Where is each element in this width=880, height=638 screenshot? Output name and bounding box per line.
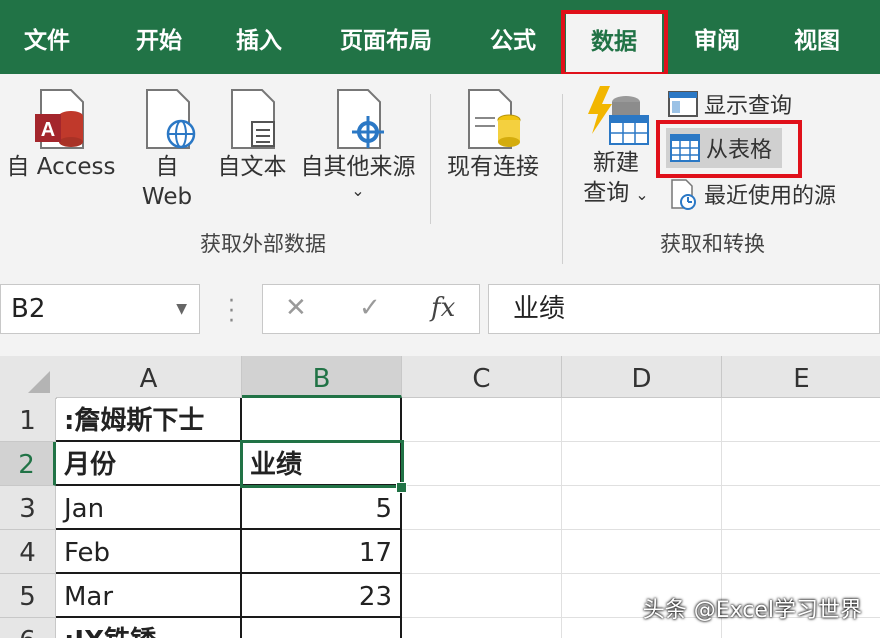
- text-file-icon: [231, 89, 275, 149]
- from-table-label: 从表格: [706, 138, 773, 163]
- row-header-6[interactable]: 6: [0, 618, 56, 638]
- recent-sources-icon: [671, 179, 696, 210]
- cell-b6[interactable]: [242, 618, 402, 638]
- row-header-4[interactable]: 4: [0, 530, 56, 574]
- chevron-down-icon: ⌄: [351, 181, 365, 200]
- other-source-icon: [337, 89, 384, 149]
- from-table-button[interactable]: 从表格: [666, 128, 783, 168]
- web-globe-icon: [146, 89, 196, 149]
- from-other-sources-button[interactable]: 自其他来源 ⌄: [296, 88, 420, 200]
- existing-connections-button[interactable]: 现有连接: [440, 88, 546, 182]
- from-text-label: 自文本: [217, 154, 287, 180]
- existing-connection-icon: [468, 89, 521, 149]
- cell-d2[interactable]: [562, 442, 722, 486]
- tab-file[interactable]: 文件: [0, 0, 94, 74]
- cancel-icon[interactable]: ✕: [285, 293, 307, 323]
- from-web-label-1: 自: [155, 154, 179, 180]
- new-query-button[interactable]: 新建 查询 ⌄: [578, 84, 654, 210]
- show-queries-button[interactable]: 显示查询: [668, 88, 792, 120]
- group-label-get-transform: 获取和转换: [660, 232, 765, 256]
- resize-handle-icon[interactable]: · · ·: [228, 291, 235, 333]
- tab-review[interactable]: 审阅: [670, 0, 764, 74]
- cell-e1[interactable]: [722, 398, 880, 442]
- row-header-5[interactable]: 5: [0, 574, 56, 618]
- from-access-label: 自 Access: [6, 154, 116, 180]
- from-access-button[interactable]: A 自 Access: [6, 88, 116, 182]
- formula-buttons: ✕ ✓ fx: [262, 284, 480, 334]
- tab-page-layout[interactable]: 页面布局: [322, 0, 450, 74]
- new-query-label-2: 查询 ⌄: [583, 180, 649, 206]
- cell-b3[interactable]: 5: [242, 486, 402, 530]
- cell-e2[interactable]: [722, 442, 880, 486]
- cell-a1[interactable]: :詹姆斯下士: [56, 398, 242, 442]
- existing-connections-label: 现有连接: [447, 154, 539, 180]
- tab-formulas[interactable]: 公式: [466, 0, 560, 74]
- cell-a4[interactable]: Feb: [56, 530, 242, 574]
- fill-handle[interactable]: [396, 482, 407, 493]
- cell-d1[interactable]: [562, 398, 722, 442]
- group-separator: [562, 94, 563, 264]
- row-header-3[interactable]: 3: [0, 486, 56, 530]
- cell-c6[interactable]: [402, 618, 562, 638]
- chevron-down-icon: ⌄: [635, 185, 649, 204]
- cell-d3[interactable]: [562, 486, 722, 530]
- enter-icon[interactable]: ✓: [359, 293, 381, 323]
- cell-a5[interactable]: Mar: [56, 574, 242, 618]
- column-header-c[interactable]: C: [402, 356, 562, 398]
- recent-sources-label: 最近使用的源: [704, 184, 837, 209]
- new-query-label-1: 新建: [593, 150, 639, 176]
- cell-c5[interactable]: [402, 574, 562, 618]
- cell-c4[interactable]: [402, 530, 562, 574]
- chevron-down-icon[interactable]: ▼: [176, 285, 187, 333]
- from-web-label-2: Web: [141, 184, 193, 210]
- cell-c2[interactable]: [402, 442, 562, 486]
- show-queries-label: 显示查询: [704, 94, 793, 119]
- cell-c3[interactable]: [402, 486, 562, 530]
- selected-cell-border: [240, 440, 404, 488]
- cell-a3[interactable]: Jan: [56, 486, 242, 530]
- show-queries-icon: [668, 91, 698, 117]
- column-header-a[interactable]: A: [56, 356, 242, 398]
- cell-c1[interactable]: [402, 398, 562, 442]
- recent-sources-button[interactable]: 最近使用的源: [668, 178, 836, 210]
- cell-e4[interactable]: [722, 530, 880, 574]
- cell-d4[interactable]: [562, 530, 722, 574]
- name-box[interactable]: B2 ▼: [0, 284, 200, 334]
- table-icon: [670, 134, 700, 162]
- row-header-1[interactable]: 1: [0, 398, 56, 442]
- access-db-icon: A: [35, 89, 84, 149]
- watermark: 头条 @Excel学习世界: [642, 598, 862, 623]
- select-all-triangle-icon: [28, 371, 50, 393]
- svg-text:A: A: [41, 119, 55, 141]
- ribbon-tab-bar: 文件 开始 插入 页面布局 公式 数据 审阅 视图: [0, 0, 880, 74]
- column-header-d[interactable]: D: [562, 356, 722, 398]
- select-all-button[interactable]: [0, 356, 57, 399]
- from-other-sources-label: 自其他来源: [300, 154, 416, 180]
- new-query-icon: [588, 86, 649, 145]
- cell-b5[interactable]: 23: [242, 574, 402, 618]
- tab-insert[interactable]: 插入: [212, 0, 306, 74]
- row-header-2[interactable]: 2: [0, 442, 56, 486]
- ribbon-separator: [430, 94, 431, 224]
- tab-home[interactable]: 开始: [112, 0, 206, 74]
- insert-function-icon[interactable]: fx: [431, 293, 455, 323]
- cell-b1[interactable]: [242, 398, 402, 442]
- group-label-get-external-data: 获取外部数据: [200, 232, 326, 256]
- cell-b4[interactable]: 17: [242, 530, 402, 574]
- column-header-e[interactable]: E: [722, 356, 880, 398]
- cell-a6[interactable]: :IX铁锈: [56, 618, 242, 638]
- cell-a2[interactable]: 月份: [56, 442, 242, 486]
- name-box-value: B2: [11, 294, 46, 324]
- cell-e3[interactable]: [722, 486, 880, 530]
- formula-input[interactable]: 业绩: [488, 284, 880, 334]
- tab-data[interactable]: 数据: [566, 10, 662, 74]
- from-web-button[interactable]: 自 Web: [136, 88, 198, 212]
- formula-bar: B2 ▼ · · · ✕ ✓ fx 业绩: [0, 264, 880, 344]
- column-header-b[interactable]: B: [242, 356, 402, 398]
- tab-view[interactable]: 视图: [770, 0, 864, 74]
- from-text-button[interactable]: 自文本: [212, 88, 292, 182]
